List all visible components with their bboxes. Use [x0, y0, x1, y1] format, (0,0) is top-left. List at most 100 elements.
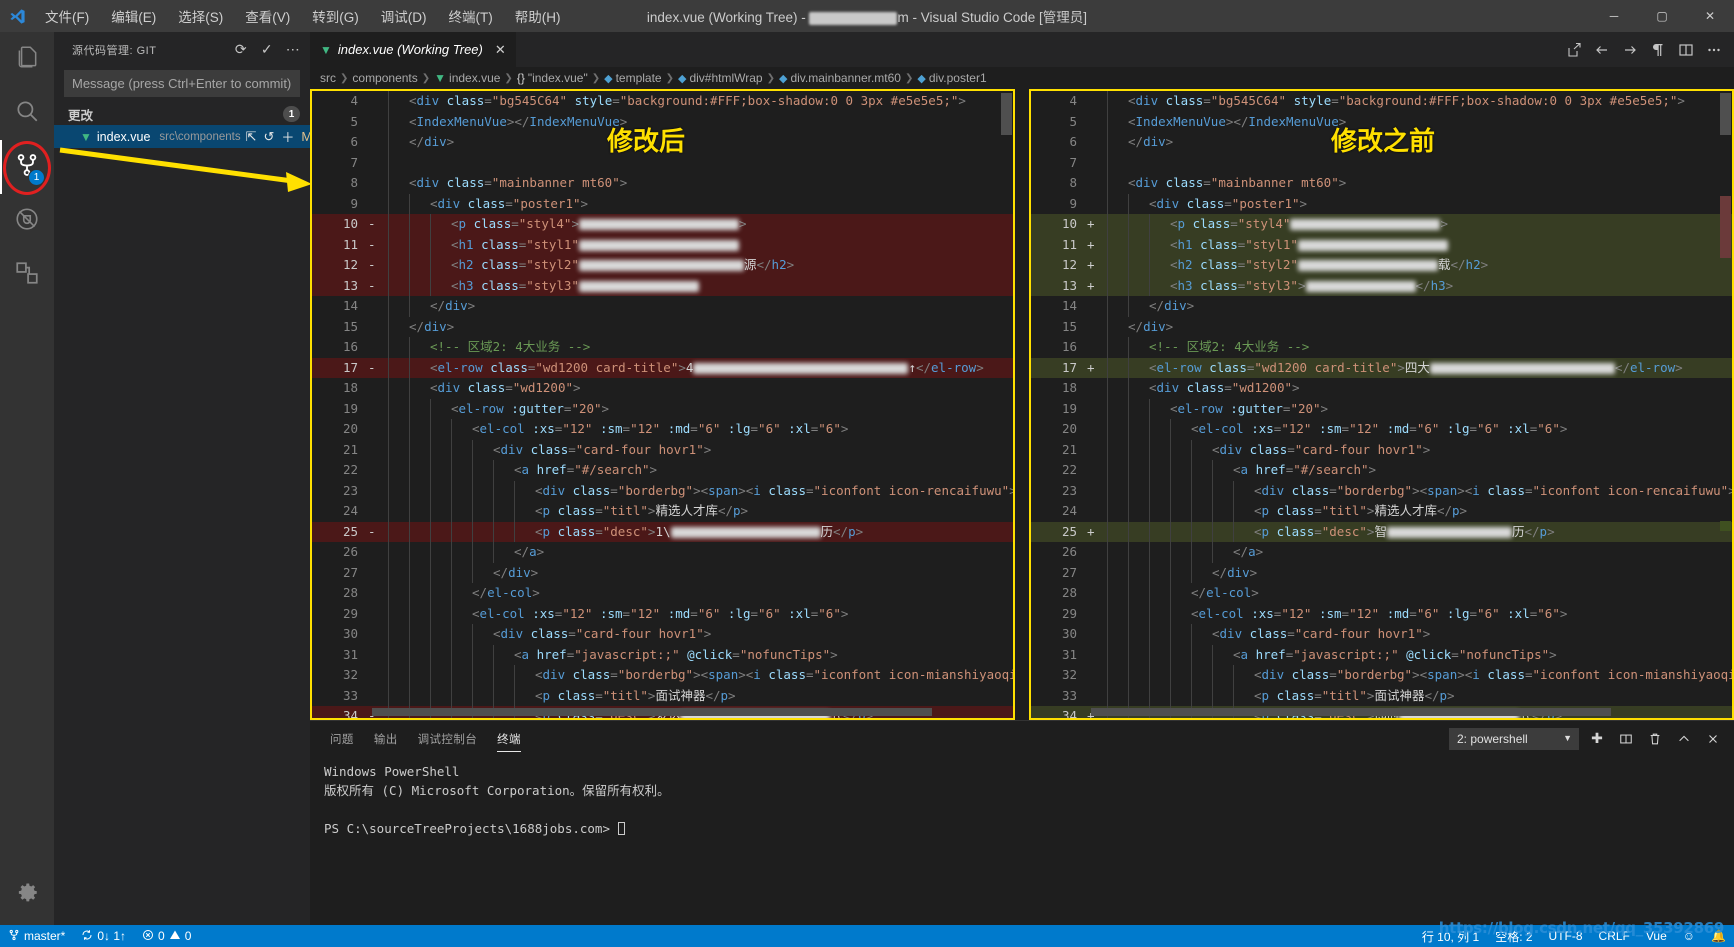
code-line[interactable]: 17 + <el-row class="wd1200 card-title">四大…	[1031, 357, 1732, 378]
code-viewport-left[interactable]: 4 <div class="bg545C64" style="backgroun…	[312, 91, 1013, 718]
scrollbar-thumb[interactable]	[1001, 93, 1012, 135]
panel-tab-problems[interactable]: 问题	[320, 721, 364, 756]
status-sync[interactable]: 0↓ 1↑	[73, 925, 134, 947]
kill-terminal-icon[interactable]	[1644, 728, 1666, 750]
code-line[interactable]: 7	[1031, 152, 1732, 173]
status-eol[interactable]: CRLF	[1591, 925, 1638, 947]
code-line[interactable]: 25- <p class="desc">1\ 历</p>	[312, 521, 1013, 542]
code-line[interactable]: 12 + <h2 class="styl2" 载</h2>	[1031, 255, 1732, 276]
code-line[interactable]: 32 <div class="borderbg"><span><i class=…	[1031, 665, 1732, 686]
status-cursor-position[interactable]: 行 10, 列 1	[1414, 925, 1487, 947]
code-line[interactable]: 20 <el-col :xs="12" :sm="12" :md="6" :lg…	[1031, 419, 1732, 440]
new-terminal-icon[interactable]: ✚	[1586, 728, 1608, 750]
menu-selection[interactable]: 选择(S)	[167, 3, 234, 29]
code-line[interactable]: 31 <a href="javascript:;" @click="nofunc…	[312, 644, 1013, 665]
diff-pane-original[interactable]: 4 <div class="bg545C64" style="backgroun…	[1029, 89, 1734, 720]
maximize-panel-icon[interactable]	[1673, 728, 1695, 750]
code-line[interactable]: 29 <el-col :xs="12" :sm="12" :md="6" :lg…	[312, 603, 1013, 624]
more-actions-icon[interactable]	[1700, 32, 1728, 67]
close-button[interactable]: ✕	[1686, 0, 1734, 32]
horizontal-scrollbar-right[interactable]	[1031, 708, 1732, 718]
code-line[interactable]: 16 <!-- 区域2: 4大业务 -->	[312, 337, 1013, 358]
code-line[interactable]: 26 </a>	[312, 542, 1013, 563]
code-line[interactable]: 33 <p class="titl">面试神器</p>	[312, 685, 1013, 706]
code-line[interactable]: 26 </a>	[1031, 542, 1732, 563]
close-panel-icon[interactable]	[1702, 728, 1724, 750]
refresh-icon[interactable]: ⟳	[230, 39, 252, 61]
breadcrumb-item-div-mainbanner[interactable]: ◆ div.mainbanner.mt60	[779, 71, 901, 85]
horizontal-scrollbar-left[interactable]	[312, 708, 1013, 718]
code-line[interactable]: 7	[312, 152, 1013, 173]
breadcrumb-item-div-htmlwrap[interactable]: ◆ div#htmlWrap	[678, 71, 763, 85]
code-line[interactable]: 8 <div class="mainbanner mt60">	[312, 173, 1013, 194]
code-line[interactable]: 12- <h2 class="styl2" 源</h2>	[312, 255, 1013, 276]
code-line[interactable]: 17- <el-row class="wd1200 card-title">4 ↑…	[312, 357, 1013, 378]
menu-edit[interactable]: 编辑(E)	[100, 3, 167, 29]
code-line[interactable]: 15 </div>	[312, 316, 1013, 337]
code-line[interactable]: 24 <p class="titl">精选人才库</p>	[1031, 501, 1732, 522]
split-editor-icon[interactable]	[1672, 32, 1700, 67]
code-line[interactable]: 5 <IndexMenuVue></IndexMenuVue>	[1031, 111, 1732, 132]
discard-changes-icon[interactable]: ↺	[264, 129, 275, 145]
activity-item-explorer[interactable]	[0, 32, 54, 86]
scrollbar-thumb[interactable]	[1091, 708, 1611, 716]
breadcrumb-item-components[interactable]: components	[352, 71, 417, 85]
terminal-selector[interactable]: 2: powershell ▼	[1449, 727, 1579, 750]
code-line[interactable]: 18 <div class="wd1200">	[312, 378, 1013, 399]
terminal-output[interactable]: Windows PowerShell 版权所有 (C) Microsoft Co…	[310, 756, 1734, 925]
breadcrumb-item-template[interactable]: ◆ template	[604, 71, 662, 85]
menu-goto[interactable]: 转到(G)	[301, 3, 370, 29]
code-viewport-right[interactable]: 4 <div class="bg545C64" style="backgroun…	[1031, 91, 1732, 718]
status-indentation[interactable]: 空格: 2	[1487, 925, 1540, 947]
panel-tab-debug-console[interactable]: 调试控制台	[408, 721, 488, 756]
vertical-scrollbar-right[interactable]	[1718, 91, 1732, 718]
more-actions-icon[interactable]: ⋯	[282, 39, 304, 61]
code-line[interactable]: 25 + <p class="desc">智 历</p>	[1031, 521, 1732, 542]
code-line[interactable]: 19 <el-row :gutter="20">	[1031, 398, 1732, 419]
code-line[interactable]: 5 <IndexMenuVue></IndexMenuVue>	[312, 111, 1013, 132]
commit-check-icon[interactable]: ✓	[256, 39, 278, 61]
tab-index-vue-working-tree[interactable]: ▼ index.vue (Working Tree) ✕	[310, 32, 517, 67]
terminal-select-value[interactable]: 2: powershell	[1449, 727, 1579, 750]
breadcrumb-item-index-vue[interactable]: ▼ index.vue	[434, 71, 500, 85]
code-line[interactable]: 23 <div class="borderbg"><span><i class=…	[1031, 480, 1732, 501]
code-line[interactable]: 21 <div class="card-four hovr1">	[1031, 439, 1732, 460]
menu-debug[interactable]: 调试(D)	[370, 3, 438, 29]
code-line[interactable]: 32 <div class="borderbg"><span><i class=…	[312, 665, 1013, 686]
status-language-mode[interactable]: Vue	[1638, 925, 1675, 947]
code-line[interactable]: 22 <a href="#/search">	[1031, 460, 1732, 481]
code-line[interactable]: 9 <div class="poster1">	[312, 193, 1013, 214]
scrollbar-thumb[interactable]	[1720, 93, 1731, 135]
code-line[interactable]: 13 + <h3 class="styl3"> </h3>	[1031, 275, 1732, 296]
maximize-button[interactable]: ▢	[1638, 0, 1686, 32]
code-line[interactable]: 19 <el-row :gutter="20">	[312, 398, 1013, 419]
list-item[interactable]: ▼ index.vue src\components ⇱ ↺ ＋ M	[54, 125, 312, 148]
status-encoding[interactable]: UTF-8	[1541, 925, 1591, 947]
activity-item-debug[interactable]	[0, 194, 54, 248]
code-line[interactable]: 8 <div class="mainbanner mt60">	[1031, 173, 1732, 194]
code-line[interactable]: 13- <h3 class="styl3"	[312, 275, 1013, 296]
code-line[interactable]: 28 </el-col>	[312, 583, 1013, 604]
menu-terminal[interactable]: 终端(T)	[438, 3, 504, 29]
code-line[interactable]: 11- <h1 class="styl1"	[312, 234, 1013, 255]
previous-change-icon[interactable]	[1588, 32, 1616, 67]
code-line[interactable]: 29 <el-col :xs="12" :sm="12" :md="6" :lg…	[1031, 603, 1732, 624]
code-line[interactable]: 30 <div class="card-four hovr1">	[1031, 624, 1732, 645]
commit-message-input[interactable]	[64, 70, 300, 97]
code-line[interactable]: 24 <p class="titl">精选人才库</p>	[312, 501, 1013, 522]
code-line[interactable]: 14 </div>	[1031, 296, 1732, 317]
open-changes-icon[interactable]: ⇱	[246, 129, 257, 145]
breadcrumb-item-src[interactable]: src	[320, 71, 336, 85]
code-line[interactable]: 28 </el-col>	[1031, 583, 1732, 604]
code-line[interactable]: 14 </div>	[312, 296, 1013, 317]
code-line[interactable]: 6 </div>	[1031, 132, 1732, 153]
scrollbar-thumb[interactable]	[372, 708, 932, 716]
notifications-bell-icon[interactable]: 🔔	[1703, 925, 1734, 947]
code-line[interactable]: 22 <a href="#/search">	[312, 460, 1013, 481]
code-line[interactable]: 11 + <h1 class="styl1"	[1031, 234, 1732, 255]
code-line[interactable]: 18 <div class="wd1200">	[1031, 378, 1732, 399]
breadcrumb-item-div-poster1[interactable]: ◆ div.poster1	[917, 71, 986, 85]
minimize-button[interactable]: ─	[1590, 0, 1638, 32]
code-line[interactable]: 4 <div class="bg545C64" style="backgroun…	[312, 91, 1013, 112]
menu-view[interactable]: 查看(V)	[234, 3, 301, 29]
